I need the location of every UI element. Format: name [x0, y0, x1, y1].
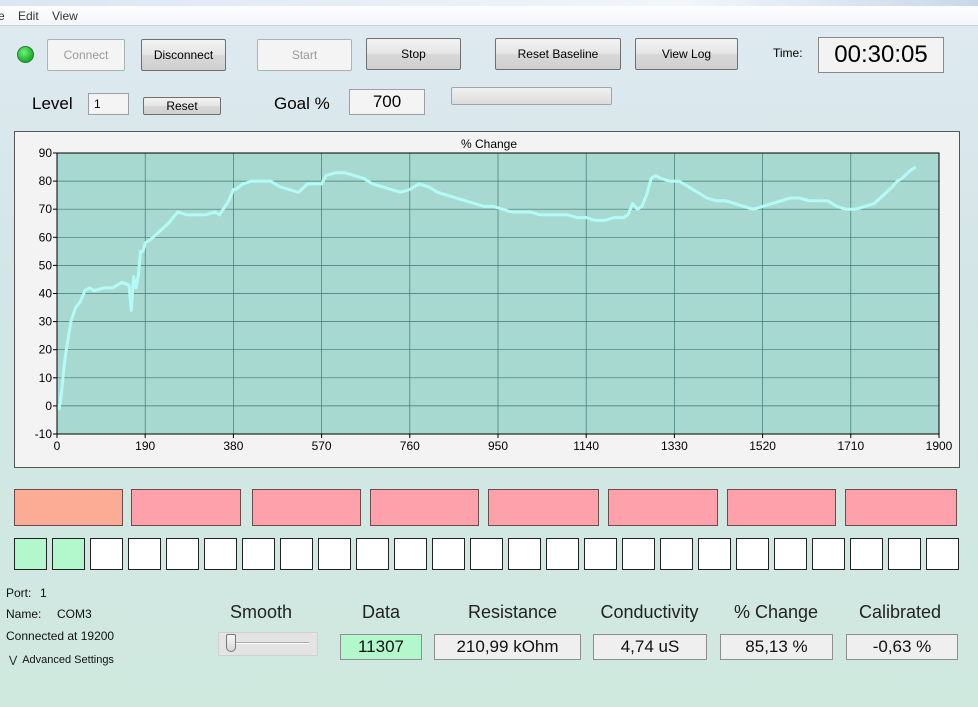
name-value: COM3: [57, 607, 92, 621]
level-segment: [845, 489, 957, 526]
level-segment: [488, 489, 599, 526]
stop-button[interactable]: Stop: [366, 38, 461, 70]
level-segment: [252, 489, 361, 526]
x-tick-label: 0: [54, 439, 61, 453]
window-title-strip: [0, 0, 978, 6]
x-tick-label: 1330: [661, 439, 688, 453]
indicator-square: [394, 538, 427, 570]
indicator-square: [774, 538, 807, 570]
level-segment: [727, 489, 836, 526]
calibrated-title: Calibrated: [858, 602, 942, 622]
indicator-square: [166, 538, 199, 570]
indicator-square: [318, 538, 351, 570]
x-tick-label: 570: [312, 439, 332, 453]
indicator-square: [812, 538, 845, 570]
advanced-settings-label: Advanced Settings: [22, 654, 114, 666]
indicator-square: [90, 538, 123, 570]
smooth-slider-rail: [227, 642, 309, 644]
indicator-square: [470, 538, 503, 570]
y-tick-label: 20: [39, 343, 53, 357]
start-button[interactable]: Start: [257, 39, 352, 71]
indicator-square: [14, 538, 47, 570]
x-tick-label: 190: [135, 439, 155, 453]
y-tick-label: 70: [39, 202, 53, 216]
resistance-title: Resistance: [467, 602, 558, 622]
menu-file[interactable]: e: [0, 9, 5, 23]
y-tick-label: 40: [39, 287, 53, 301]
level-segment: [14, 489, 123, 526]
x-tick-label: 1520: [749, 439, 776, 453]
indicator-square: [242, 538, 275, 570]
indicator-square: [660, 538, 693, 570]
y-tick-label: 80: [39, 174, 53, 188]
percent-change-title: % Change: [733, 602, 819, 622]
y-tick-label: 90: [39, 146, 53, 160]
calibrated-value: -0,63 %: [846, 634, 958, 660]
indicator-square: [52, 538, 85, 570]
indicator-square: [508, 538, 541, 570]
reset-baseline-button[interactable]: Reset Baseline: [495, 38, 621, 70]
x-tick-label: 950: [488, 439, 508, 453]
level-reset-button[interactable]: Reset: [143, 97, 221, 115]
chart-title: % Change: [461, 137, 517, 151]
smooth-slider-thumb[interactable]: [226, 634, 236, 652]
double-chevron-down-icon: ⋁: [9, 655, 18, 666]
elapsed-time-display: 00:30:05: [818, 37, 944, 73]
y-tick-label: 50: [39, 258, 53, 272]
menu-view[interactable]: View: [52, 9, 78, 23]
port-label: Port:: [6, 586, 32, 600]
percent-change-chart: % Change -10 0 10 20 30 40 50 60 70 80 90 0 190 380 57…: [14, 131, 960, 468]
menu-edit[interactable]: Edit: [18, 9, 39, 23]
indicator-square: [204, 538, 237, 570]
x-tick-label: 1710: [837, 439, 864, 453]
chart-svg: % Change -1001020304050607080900 190 380 57…: [35, 137, 953, 453]
y-tick-label: 0: [45, 399, 52, 413]
time-label: Time:: [773, 46, 803, 60]
goal-input[interactable]: 700: [349, 89, 425, 115]
menu-bar: e Edit View: [0, 0, 978, 26]
indicator-square: [128, 538, 161, 570]
data-value: 11307: [340, 634, 422, 660]
indicator-square: [622, 538, 655, 570]
advanced-settings-toggle[interactable]: ⋁ Advanced Settings: [9, 654, 114, 666]
connection-status-led: [17, 46, 34, 63]
indicator-square: [546, 538, 579, 570]
percent-change-value: 85,13 %: [720, 634, 833, 660]
connection-status-text: Connected at 19200: [6, 629, 115, 643]
level-label: Level: [32, 94, 73, 113]
data-title: Data: [361, 602, 401, 622]
indicator-square: [926, 538, 959, 570]
x-tick-label: 380: [223, 439, 243, 453]
disconnect-button[interactable]: Disconnect: [141, 39, 226, 71]
y-tick-label: 30: [39, 315, 53, 329]
name-label: Name:: [6, 607, 42, 621]
indicator-square: [356, 538, 389, 570]
indicator-square: [850, 538, 883, 570]
y-tick-label: -10: [35, 427, 53, 441]
connect-button[interactable]: Connect: [47, 39, 125, 71]
indicator-square: [698, 538, 731, 570]
resistance-value: 210,99 kOhm: [434, 634, 581, 660]
indicator-square: [280, 538, 313, 570]
indicator-square: [736, 538, 769, 570]
conductivity-value: 4,74 uS: [593, 634, 707, 660]
indicator-square: [432, 538, 465, 570]
port-value: 1: [40, 586, 47, 600]
conductivity-title: Conductivity: [600, 602, 699, 622]
level-segment: [370, 489, 479, 526]
smooth-title: Smooth: [229, 602, 293, 622]
indicator-square: [888, 538, 921, 570]
x-tick-label: 1140: [573, 439, 599, 453]
indicator-square: [584, 538, 617, 570]
goal-progress-bar: [451, 87, 612, 105]
x-tick-label: 760: [400, 439, 420, 453]
x-tick-label: 1900: [926, 439, 953, 453]
level-segment: [131, 489, 241, 526]
level-segment: [608, 489, 718, 526]
y-tick-label: 60: [39, 230, 53, 244]
level-input[interactable]: 1: [88, 93, 129, 115]
goal-label: Goal %: [274, 94, 330, 113]
y-tick-label: 10: [39, 371, 53, 385]
view-log-button[interactable]: View Log: [635, 38, 738, 70]
